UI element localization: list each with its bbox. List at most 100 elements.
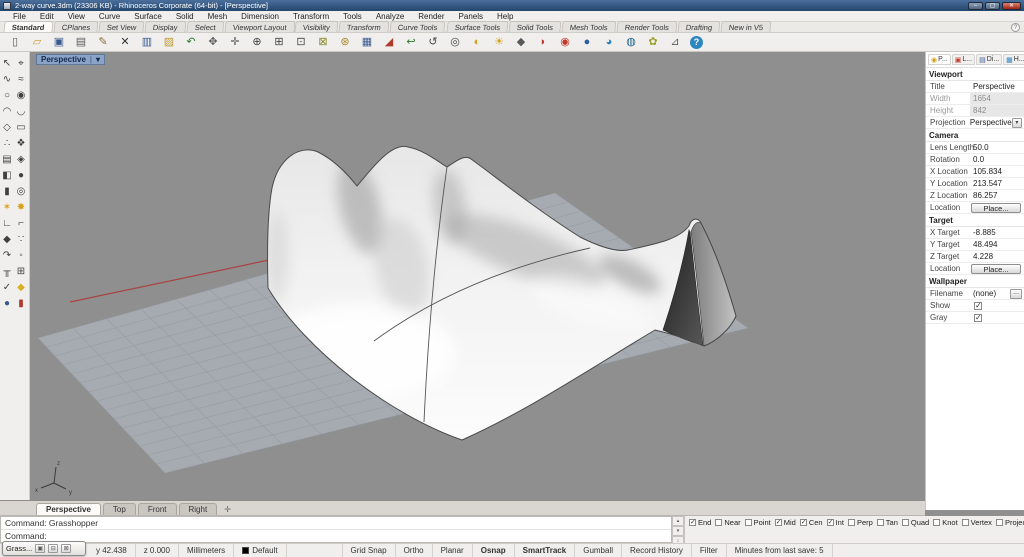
current-layer[interactable]: Default [234, 543, 287, 557]
units-display[interactable]: Millimeters [179, 543, 235, 557]
display-mode-icon[interactable]: ◐ [466, 34, 488, 50]
named-view-icon[interactable]: ◎ [444, 34, 466, 50]
osnap-perp-checkbox[interactable] [847, 519, 855, 526]
close-button[interactable]: ✕ [1002, 1, 1021, 10]
osnap-int[interactable]: Int [826, 518, 844, 527]
open-file-icon[interactable]: ▱ [26, 34, 48, 50]
osnap-end[interactable]: End [689, 518, 711, 527]
osnap-vertex[interactable]: Vertex [961, 518, 992, 527]
viewport-tab-nav-icon[interactable]: ✛ [219, 504, 236, 515]
viewport-tab-right[interactable]: Right [178, 503, 218, 515]
check-icon[interactable]: ✓ [0, 279, 14, 295]
osnap-near-checkbox[interactable] [715, 519, 723, 526]
rectangle-icon[interactable]: ▭ [14, 119, 28, 135]
rotation-value[interactable]: 0.0 [970, 155, 1024, 164]
osnap-quad[interactable]: Quad [901, 518, 929, 527]
cplane-icon[interactable]: ◢ [378, 34, 400, 50]
grasshopper-close-icon[interactable]: ⊠ [61, 544, 72, 553]
command-input[interactable]: Command: [1, 530, 671, 542]
toolbar-tab-mesh-tools[interactable]: Mesh Tools [561, 21, 617, 32]
zoom-target-icon[interactable]: ⊛ [334, 34, 356, 50]
camera-place-button[interactable]: Place... [971, 202, 1021, 213]
render-sphere-icon[interactable]: ● [576, 34, 598, 50]
clipping-icon[interactable]: ◗ [532, 34, 554, 50]
array-icon[interactable]: ⊞ [14, 263, 28, 279]
wallpaper-show-checkbox[interactable] [974, 301, 982, 310]
corner-icon[interactable]: ⊿ [664, 34, 686, 50]
tab-display[interactable]: ▤ Di... [976, 54, 1003, 65]
browse-icon[interactable]: ... [1010, 288, 1022, 299]
filter-toggle[interactable]: Filter [692, 543, 727, 557]
menu-curve[interactable]: Curve [92, 11, 127, 22]
minimize-button[interactable]: – [968, 1, 983, 10]
polygon-icon[interactable]: ◇ [0, 119, 14, 135]
lens-length-value[interactable]: 50.0 [970, 143, 1024, 152]
viewport-tab-perspective[interactable]: Perspective [36, 503, 101, 515]
tab-help[interactable]: ▦ H... [1003, 54, 1024, 65]
toolbar-tab-drafting[interactable]: Drafting [677, 21, 721, 32]
projection-value[interactable]: Perspective [967, 118, 1012, 127]
menu-edit[interactable]: Edit [33, 11, 61, 22]
patch-icon[interactable]: ◈ [14, 151, 28, 167]
osnap-tan-checkbox[interactable] [876, 519, 884, 526]
osnap-cen[interactable]: Cen [799, 518, 823, 527]
pan-icon[interactable]: ✥ [202, 34, 224, 50]
toolbar-tab-viewport-layout[interactable]: Viewport Layout [224, 21, 296, 32]
toolbar-tab-set-view[interactable]: Set View [98, 21, 145, 32]
circle-icon[interactable]: ○ [0, 87, 14, 103]
z-target-value[interactable]: 4.228 [970, 252, 1024, 261]
toolbar-tab-transform[interactable]: Transform [338, 21, 390, 32]
annotate-icon[interactable]: ✎ [92, 34, 114, 50]
x-location-value[interactable]: 105.834 [970, 167, 1024, 176]
shaded-sphere-icon[interactable]: ◕ [598, 34, 620, 50]
zoom-dynamic-icon[interactable]: ⊠ [312, 34, 334, 50]
undo-view-icon[interactable]: ↩ [400, 34, 422, 50]
gem-icon[interactable]: ◆ [14, 279, 28, 295]
menu-tools[interactable]: Tools [336, 11, 369, 22]
angle-icon[interactable]: ∟ [0, 215, 14, 231]
arc-up-icon[interactable]: ◠ [0, 103, 14, 119]
menu-file[interactable]: File [6, 11, 33, 22]
grasshopper-minimized-window[interactable]: Grass... ▣ ⊟ ⊠ [2, 541, 86, 556]
wallpaper-gray-checkbox[interactable] [974, 313, 982, 322]
save-icon[interactable]: ▣ [48, 34, 70, 50]
osnap-project[interactable]: Project [995, 518, 1024, 527]
toolbar-options-icon[interactable]: ? [1011, 23, 1020, 32]
lock-icon[interactable]: ◆ [510, 34, 532, 50]
point-icon[interactable]: ⌖ [14, 55, 28, 71]
menu-analyze[interactable]: Analyze [369, 11, 411, 22]
viewport-layout-icon[interactable]: ▦ [356, 34, 378, 50]
sphere-icon[interactable]: ● [14, 167, 28, 183]
tab-layers[interactable]: ▣ L... [951, 54, 976, 65]
x-target-value[interactable]: -8.885 [970, 228, 1024, 237]
red-cylinder-icon[interactable]: ▮ [14, 295, 28, 311]
record-history-toggle[interactable]: Record History [622, 543, 692, 557]
delete-icon[interactable]: ✕ [114, 34, 136, 50]
z-location-value[interactable]: 86.257 [970, 191, 1024, 200]
projection-dropdown-icon[interactable]: ▾ [1011, 117, 1022, 128]
osnap-cen-checkbox[interactable] [799, 518, 807, 526]
planar-toggle[interactable]: Planar [433, 543, 473, 557]
points-icon[interactable]: ∴ [0, 135, 14, 151]
grasshopper-icon[interactable]: ✿ [642, 34, 664, 50]
grasshopper-restore-icon[interactable]: ▣ [35, 544, 46, 553]
viewport-title-tab[interactable]: Perspective | ▾ [36, 54, 106, 65]
viewport-tab-top[interactable]: Top [102, 503, 136, 515]
grid-snap-toggle[interactable]: Grid Snap [343, 543, 396, 557]
new-file-icon[interactable]: ▯ [4, 34, 26, 50]
arc-down-icon[interactable]: ◡ [14, 103, 28, 119]
cloud-icon[interactable]: ∵ [14, 231, 28, 247]
menu-help[interactable]: Help [490, 11, 520, 22]
fillet-icon[interactable]: ⌐ [14, 215, 28, 231]
globe-icon[interactable]: ◍ [620, 34, 642, 50]
osnap-knot-checkbox[interactable] [933, 519, 941, 526]
render-icon[interactable]: ◉ [554, 34, 576, 50]
flash-icon[interactable]: ✸ [14, 199, 28, 215]
paint-icon[interactable]: ✶ [0, 199, 14, 215]
toolbar-tab-display[interactable]: Display [144, 21, 187, 32]
curve-icon[interactable]: ∿ [0, 71, 14, 87]
toolbar-tab-new-in-v5[interactable]: New in V5 [720, 21, 773, 32]
osnap-mid[interactable]: Mid [774, 518, 796, 527]
rotate-view-icon[interactable]: ↺ [422, 34, 444, 50]
move-icon[interactable]: ✛ [224, 34, 246, 50]
